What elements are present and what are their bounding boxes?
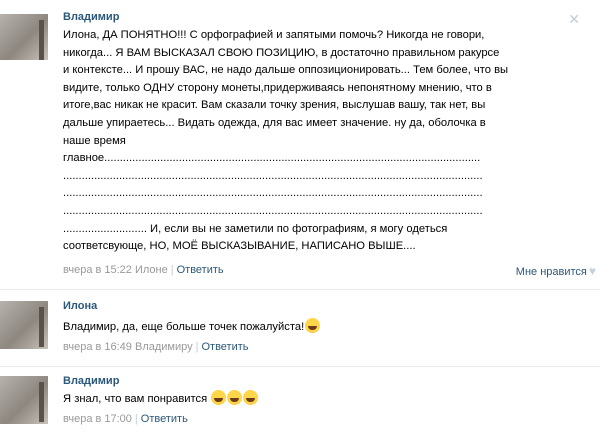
comment-line: наше время: [63, 134, 126, 147]
comment-line: главное.................................…: [63, 152, 481, 165]
laughing-emoji-icon: [305, 318, 321, 333]
comment-line: ........................................…: [63, 204, 483, 217]
comment-date[interactable]: вчера в 16:49: [63, 341, 132, 353]
comment-text: Илона, ДА ПОНЯТНО!!! С орфографией и зап…: [63, 27, 523, 256]
comment-author[interactable]: Владимир: [63, 375, 119, 387]
reply-button[interactable]: Ответить: [201, 341, 248, 353]
comment-meta: вчера в 16:49 Владимиру | Ответить: [63, 341, 249, 353]
reply-button[interactable]: Ответить: [141, 413, 188, 425]
separator: |: [170, 264, 174, 276]
comment-item: Владимир ✕ Илона, ДА ПОНЯТНО!!! С орфогр…: [0, 0, 600, 290]
comment-meta: вчера в 15:22 Илоне | Ответить: [63, 264, 224, 276]
like-button[interactable]: Мне нравится ♥: [516, 264, 596, 278]
separator: |: [195, 341, 199, 353]
comment-line: дальше упираетесь... Видать одежда, для …: [63, 116, 486, 129]
comment-item: Илона Владимир, да, еще больше точек пож…: [0, 290, 600, 367]
comment-author[interactable]: Владимир: [63, 11, 119, 23]
separator: |: [134, 413, 138, 425]
avatar[interactable]: [0, 14, 48, 60]
heart-icon: ♥: [588, 264, 596, 278]
avatar[interactable]: [0, 301, 48, 349]
comment-author[interactable]: Илона: [63, 300, 97, 312]
comment-line: итоге,вас никак не красит. Вам сказали т…: [63, 99, 486, 112]
comment-text-content: Я знал, что вам понравится: [63, 393, 211, 405]
comment-item: Владимир Я знал, что вам понравится вчер…: [0, 367, 600, 437]
reply-button[interactable]: Ответить: [177, 264, 224, 276]
comment-text-content: Владимир, да, еще больше точек пожалуйст…: [63, 321, 305, 333]
comment-line: и контексте... И прошу ВАС, не надо даль…: [63, 64, 509, 77]
comment-text: Я знал, что вам понравится: [63, 390, 523, 409]
laughing-emoji-icon: [227, 390, 243, 405]
comment-line: ........................... И, если вы н…: [63, 222, 448, 235]
close-icon[interactable]: ✕: [568, 12, 580, 28]
comment-line: никогда... Я ВАМ ВЫСКАЗАЛ СВОЮ ПОЗИЦИЮ, …: [63, 46, 500, 59]
reply-to[interactable]: Илоне: [135, 264, 168, 276]
comment-text: Владимир, да, еще больше точек пожалуйст…: [63, 318, 523, 337]
laughing-emoji-icon: [211, 390, 227, 405]
comment-line: видите, только ОДНУ сторону монеты,приде…: [63, 81, 492, 94]
comment-date[interactable]: вчера в 17:00: [63, 413, 132, 425]
comment-line: Илона, ДА ПОНЯТНО!!! С орфографией и зап…: [63, 29, 485, 41]
comment-meta: вчера в 17:00 | Ответить: [63, 413, 188, 425]
reply-to[interactable]: Владимиру: [135, 341, 193, 353]
like-label: Мне нравится: [515, 266, 587, 278]
avatar[interactable]: [0, 376, 48, 424]
comment-line: ........................................…: [63, 169, 483, 182]
laughing-emoji-icon: [243, 390, 259, 405]
comment-date[interactable]: вчера в 15:22: [63, 264, 132, 276]
comment-line: ........................................…: [63, 187, 483, 200]
comment-line: соответсвующе, НО, МОЁ ВЫСКАЗЫВАНИЕ, НАП…: [63, 240, 416, 253]
